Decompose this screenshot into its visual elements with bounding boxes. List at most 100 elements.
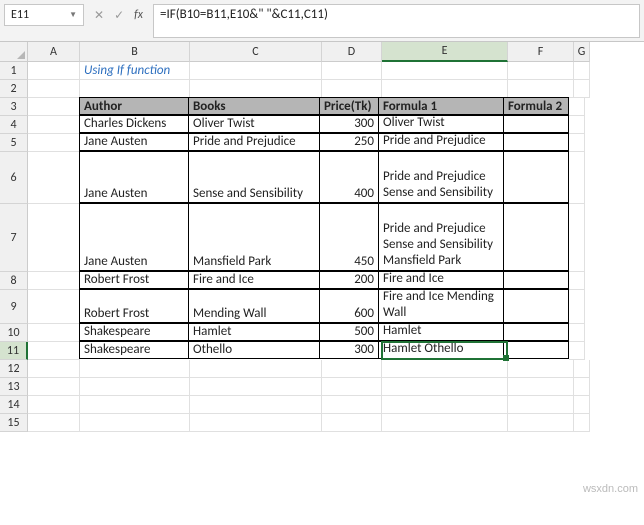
cell-A4[interactable] (28, 116, 80, 134)
cell-G4[interactable] (569, 116, 585, 134)
cell-formula2[interactable] (503, 203, 569, 271)
cell-E14[interactable] (382, 396, 508, 414)
cell-G15[interactable] (574, 414, 590, 432)
row-header-5[interactable]: 5 (0, 134, 28, 152)
row-header-14[interactable]: 14 (0, 396, 28, 414)
cell-G8[interactable] (569, 272, 585, 290)
cell-books[interactable]: Pride and Prejudice (188, 133, 320, 151)
row-header-11[interactable]: 11 (0, 342, 28, 360)
cell-formula1[interactable]: Pride and Prejudice Sense and Sensibilit… (378, 151, 504, 203)
cell-G3[interactable] (569, 98, 585, 116)
cell-E2[interactable] (382, 80, 508, 98)
cell-E13[interactable] (382, 378, 508, 396)
cell-C1[interactable] (190, 62, 322, 80)
row-header-3[interactable]: 3 (0, 98, 28, 116)
cell-formula2[interactable] (503, 271, 569, 289)
cell-books[interactable]: Fire and Ice (188, 271, 320, 289)
cell-author[interactable]: Shakespeare (79, 323, 189, 341)
cell-D12[interactable] (322, 360, 382, 378)
col-header-E[interactable]: E (382, 42, 508, 62)
cell-A1[interactable] (28, 62, 80, 80)
cell-formula1[interactable]: Fire and Ice (378, 271, 504, 289)
cell-author[interactable]: Shakespeare (79, 341, 189, 359)
cell-B14[interactable] (80, 396, 190, 414)
cell-price[interactable]: 300 (319, 341, 379, 359)
col-header-B[interactable]: B (80, 42, 190, 62)
cell-formula2[interactable] (503, 151, 569, 203)
cell-books[interactable]: Hamlet (188, 323, 320, 341)
cell-B2[interactable] (80, 80, 190, 98)
cell-B12[interactable] (80, 360, 190, 378)
cell-D15[interactable] (322, 414, 382, 432)
cell-A6[interactable] (28, 152, 80, 204)
cell-G1[interactable] (574, 62, 590, 80)
cell-B13[interactable] (80, 378, 190, 396)
select-all-corner[interactable] (0, 42, 28, 62)
cell-author[interactable]: Robert Frost (79, 289, 189, 323)
cell-F1[interactable] (508, 62, 574, 80)
cell-author[interactable]: Jane Austen (79, 151, 189, 203)
cell-price[interactable]: 600 (319, 289, 379, 323)
col-header-D[interactable]: D (322, 42, 382, 62)
cell-F14[interactable] (508, 396, 574, 414)
cell-E15[interactable] (382, 414, 508, 432)
col-header-F[interactable]: F (508, 42, 574, 62)
grid[interactable]: Using If functionAuthorBooksPrice(Tk)For… (28, 62, 590, 432)
row-header-4[interactable]: 4 (0, 116, 28, 134)
cell-author[interactable]: Jane Austen (79, 133, 189, 151)
cell-C15[interactable] (190, 414, 322, 432)
cell-formula2[interactable] (503, 115, 569, 133)
col-header-A[interactable]: A (28, 42, 80, 62)
cell-F2[interactable] (508, 80, 574, 98)
row-header-2[interactable]: 2 (0, 80, 28, 98)
cell-A9[interactable] (28, 290, 80, 324)
cell-A15[interactable] (28, 414, 80, 432)
row-header-10[interactable]: 10 (0, 324, 28, 342)
cell-A7[interactable] (28, 204, 80, 272)
cell-books[interactable]: Oliver Twist (188, 115, 320, 133)
cell-C12[interactable] (190, 360, 322, 378)
cell-price[interactable]: 400 (319, 151, 379, 203)
cell-price[interactable]: 250 (319, 133, 379, 151)
cell-formula1[interactable]: Oliver Twist (378, 115, 504, 133)
cell-price[interactable]: 200 (319, 271, 379, 289)
cell-G9[interactable] (569, 290, 585, 324)
cell-C14[interactable] (190, 396, 322, 414)
cell-G14[interactable] (574, 396, 590, 414)
cell-A13[interactable] (28, 378, 80, 396)
cell-A5[interactable] (28, 134, 80, 152)
cell-E1[interactable] (382, 62, 508, 80)
cell-D13[interactable] (322, 378, 382, 396)
cell-books[interactable]: Mending Wall (188, 289, 320, 323)
cell-A12[interactable] (28, 360, 80, 378)
cell-G2[interactable] (574, 80, 590, 98)
cell-author[interactable]: Robert Frost (79, 271, 189, 289)
cell-A8[interactable] (28, 272, 80, 290)
cell-A10[interactable] (28, 324, 80, 342)
row-header-8[interactable]: 8 (0, 272, 28, 290)
cell-formula2[interactable] (503, 323, 569, 341)
cell-formula1[interactable]: Hamlet (378, 323, 504, 341)
cell-G7[interactable] (569, 204, 585, 272)
cell-formula2[interactable] (503, 289, 569, 323)
cell-books[interactable]: Sense and Sensibility (188, 151, 320, 203)
cell-A3[interactable] (28, 98, 80, 116)
row-header-12[interactable]: 12 (0, 360, 28, 378)
cell-A2[interactable] (28, 80, 80, 98)
name-box[interactable]: E11 ▼ (4, 4, 84, 26)
col-header-C[interactable]: C (190, 42, 322, 62)
cell-G13[interactable] (574, 378, 590, 396)
formula-input[interactable]: =IF(B10=B11,E10&" "&C11,C11) (153, 4, 640, 38)
cell-author[interactable]: Charles Dickens (79, 115, 189, 133)
cell-D14[interactable] (322, 396, 382, 414)
cell-formula1[interactable]: Pride and Prejudice Sense and Sensibilit… (378, 203, 504, 271)
row-header-15[interactable]: 15 (0, 414, 28, 432)
cancel-icon[interactable]: ✕ (94, 8, 104, 23)
cell-G11[interactable] (569, 342, 585, 360)
row-header-13[interactable]: 13 (0, 378, 28, 396)
cell-price[interactable]: 300 (319, 115, 379, 133)
row-header-7[interactable]: 7 (0, 204, 28, 272)
confirm-icon[interactable]: ✓ (114, 8, 124, 23)
cell-C2[interactable] (190, 80, 322, 98)
cell-F13[interactable] (508, 378, 574, 396)
